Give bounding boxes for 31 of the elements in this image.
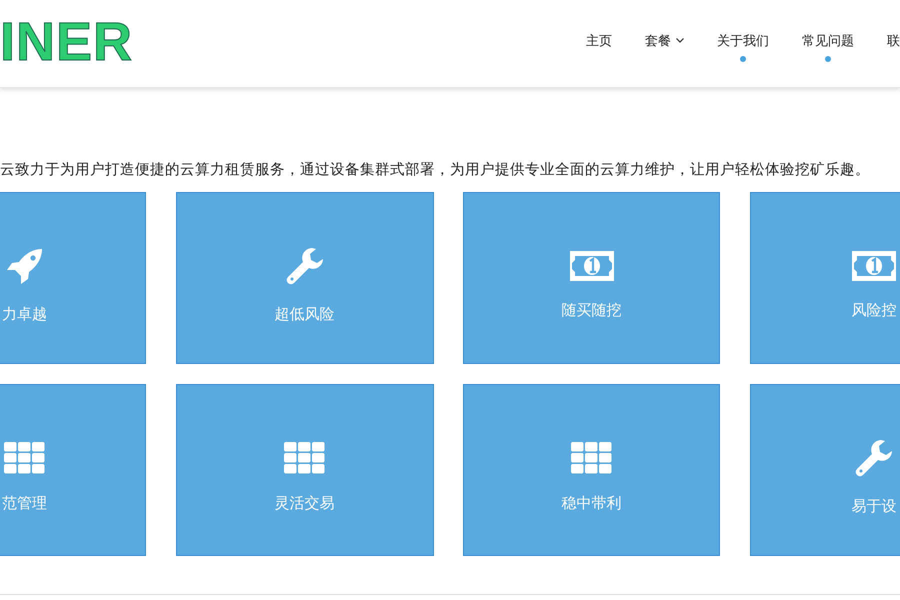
feature-card[interactable]: 易于设: [750, 384, 900, 556]
nav-link[interactable]: 关于我们: [717, 32, 769, 50]
grid-icon: [4, 442, 46, 474]
banknote-icon: [570, 250, 614, 280]
grid-icon: [570, 442, 612, 474]
feature-label: 超低风险: [274, 304, 334, 324]
feature-label: 灵活交易: [274, 494, 334, 512]
rocket-icon: [6, 246, 44, 284]
grid-icon: [284, 442, 326, 474]
feature-card[interactable]: 力卓越: [0, 192, 146, 364]
feature-card[interactable]: 风险控: [750, 192, 900, 364]
feature-card[interactable]: 超低风险: [176, 192, 434, 364]
wrench-icon: [286, 246, 324, 284]
feature-label: 力卓越: [2, 304, 47, 324]
feature-label: 随买随挖: [562, 300, 622, 320]
feature-label: 范管理: [2, 494, 47, 512]
nav-link[interactable]: 套餐: [645, 32, 684, 50]
logo-wordmark[interactable]: INER: [0, 10, 134, 72]
feature-label: 易于设: [852, 496, 896, 516]
banknote-icon: [852, 250, 896, 280]
nav-link[interactable]: 主页: [586, 32, 612, 50]
feature-card[interactable]: 稳中带利: [463, 384, 720, 556]
nav-link[interactable]: 常见问题: [802, 32, 854, 50]
feature-card[interactable]: 灵活交易: [176, 384, 434, 556]
nav-link[interactable]: 联: [887, 32, 900, 50]
intro-text: 云致力于为用户打造便捷的云算力租赁服务，通过设备集群式部署，为用户提供专业全面的云算力维护，让用户轻松体验挖矿乐趣。: [0, 160, 871, 180]
feature-card[interactable]: 随买随挖: [463, 192, 720, 364]
feature-label: 风险控: [852, 300, 896, 320]
wrench-icon: [855, 438, 893, 476]
feature-label: 稳中带利: [562, 494, 622, 512]
feature-card[interactable]: 范管理: [0, 384, 146, 556]
